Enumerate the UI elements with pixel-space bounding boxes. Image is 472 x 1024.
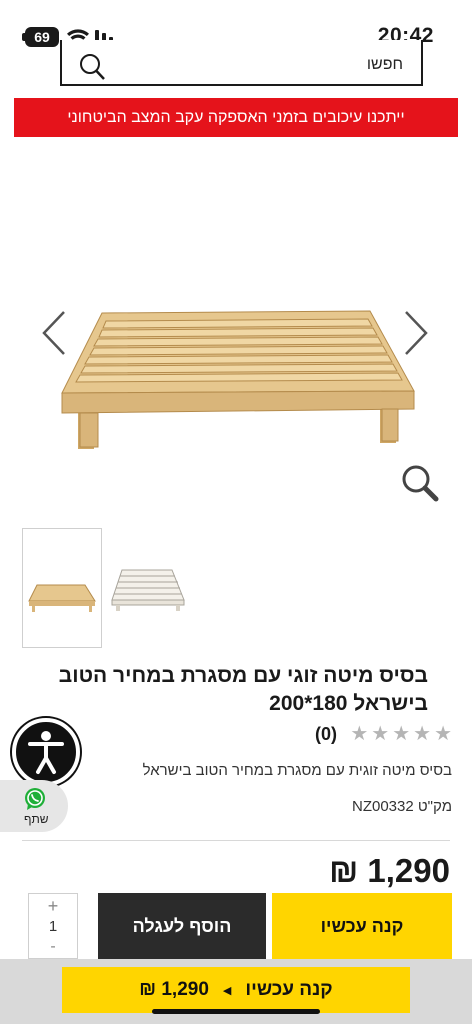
qty-value[interactable]: 1 — [29, 918, 77, 935]
star-icon: ★ — [350, 723, 369, 745]
rating-stars: ★ ★ ★ ★ ★ — [350, 724, 452, 744]
search-icon[interactable] — [78, 54, 108, 84]
battery-icon: 69 — [22, 27, 59, 47]
whatsapp-icon[interactable] — [22, 786, 48, 812]
accessibility-icon — [28, 731, 64, 774]
product-price: 1,290 ₪ — [329, 852, 450, 889]
add-to-cart-button[interactable]: הוסף לעגלה — [98, 893, 266, 959]
home-indicator — [152, 1009, 320, 1014]
thumbnail-image — [28, 584, 96, 612]
chevron-left-icon[interactable] — [40, 308, 70, 358]
sticky-price: 1,290 ₪ — [139, 979, 209, 1000]
qty-increase-button[interactable]: + — [29, 896, 77, 917]
caret-left-icon: ◀ — [222, 984, 232, 997]
accessibility-button[interactable] — [12, 718, 80, 786]
buy-now-button[interactable]: קנה עכשיו — [272, 893, 452, 959]
qty-decrease-button[interactable]: - — [29, 938, 77, 956]
magnifier-zoom-icon[interactable] — [400, 463, 440, 503]
product-title: בסיס מיטה זוגי עם מסגרת במחיר הטוב בישרא… — [58, 664, 428, 715]
search-bar[interactable]: חפשו — [60, 40, 423, 86]
sticky-buy-button[interactable]: קנה עכשיו ◀ 1,290 ₪ — [62, 967, 410, 1013]
thumbnail-2[interactable] — [108, 528, 188, 648]
star-icon: ★ — [392, 723, 411, 745]
star-icon: ★ — [371, 723, 390, 745]
chevron-right-icon[interactable] — [400, 308, 430, 358]
thumbnail-image — [111, 569, 185, 611]
quantity-stepper[interactable]: + 1 - — [28, 893, 78, 959]
sticky-buy-label: קנה עכשיו — [245, 979, 333, 1000]
sku: מק"ט NZ00332 — [351, 798, 452, 815]
search-input[interactable]: חפשו — [367, 56, 403, 74]
star-icon: ★ — [413, 723, 432, 745]
review-count[interactable]: (0) — [315, 724, 337, 745]
thumbnail-1[interactable] — [22, 528, 102, 648]
share-label[interactable]: שתף — [24, 812, 49, 826]
short-description: בסיס מיטה זוגית עם מסגרת במחיר הטוב בישר… — [142, 762, 452, 779]
star-icon: ★ — [434, 723, 452, 745]
divider — [22, 840, 450, 841]
notice-banner: ייתכנו עיכובים בזמני האספקה עקב המצב הבי… — [14, 98, 458, 137]
product-image[interactable] — [22, 295, 452, 475]
